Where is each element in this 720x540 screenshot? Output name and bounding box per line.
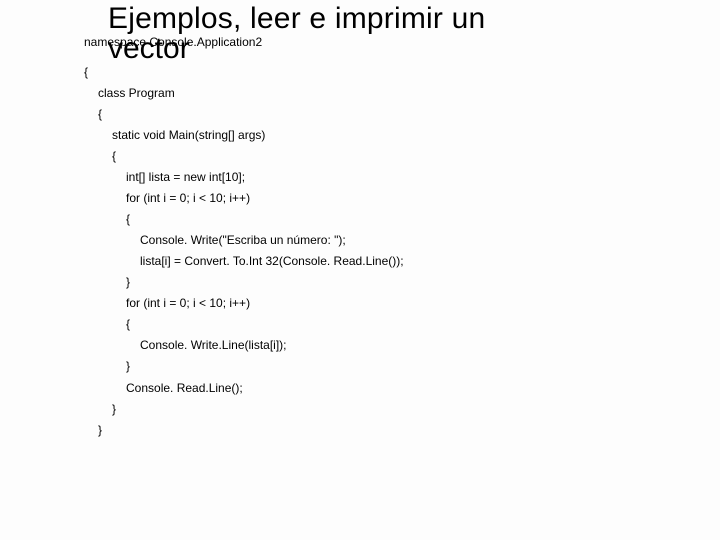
code-line: lista[i] = Convert. To.Int 32(Console. R… bbox=[140, 255, 720, 267]
code-line: for (int i = 0; i < 10; i++) bbox=[126, 297, 720, 309]
code-line: Console. Write.Line(lista[i]); bbox=[140, 339, 720, 351]
code-line: Console. Write("Escriba un número: "); bbox=[140, 234, 720, 246]
code-line: } bbox=[112, 403, 720, 415]
code-line: for (int i = 0; i < 10; i++) bbox=[126, 192, 720, 204]
slide-title-line1: Ejemplos, leer e imprimir un bbox=[108, 4, 720, 34]
code-line: Console. Read.Line(); bbox=[126, 382, 720, 394]
code-line-namespace: namespace Console.Application2 bbox=[84, 36, 262, 48]
code-line: } bbox=[126, 360, 720, 372]
code-block: { class Program { static void Main(strin… bbox=[0, 66, 720, 436]
code-line: { bbox=[84, 66, 720, 78]
code-line: } bbox=[126, 276, 720, 288]
code-line: { bbox=[112, 150, 720, 162]
code-line: static void Main(string[] args) bbox=[112, 129, 720, 141]
slide: Ejemplos, leer e imprimir un vector name… bbox=[0, 0, 720, 540]
code-line: { bbox=[98, 108, 720, 120]
code-line: { bbox=[126, 213, 720, 225]
code-line: int[] lista = new int[10]; bbox=[126, 171, 720, 183]
title-block: Ejemplos, leer e imprimir un vector name… bbox=[0, 4, 720, 66]
code-line: class Program bbox=[98, 87, 720, 99]
code-line: } bbox=[98, 424, 720, 436]
code-line: { bbox=[126, 318, 720, 330]
